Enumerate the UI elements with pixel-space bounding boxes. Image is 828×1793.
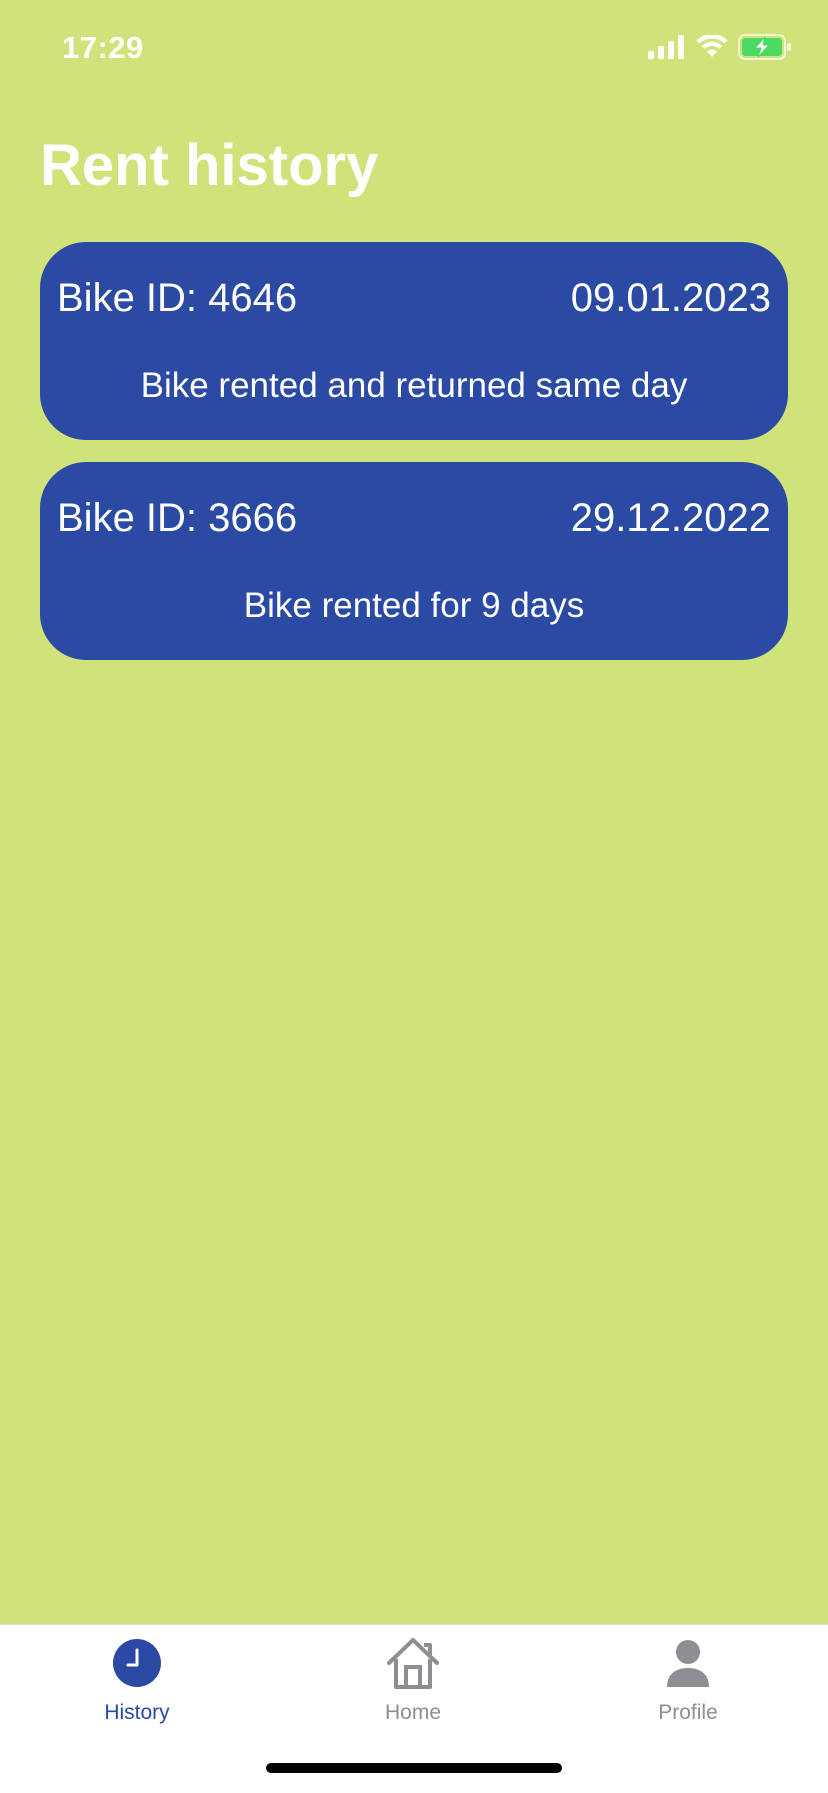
tab-home[interactable]: Home: [323, 1635, 503, 1731]
home-indicator[interactable]: [266, 1763, 562, 1773]
tab-profile[interactable]: Profile: [598, 1635, 778, 1731]
wifi-icon: [696, 35, 728, 57]
rent-history-list: Bike ID: 4646 09.01.2023 Bike rented and…: [40, 242, 788, 682]
status-time: 17:29: [62, 30, 144, 65]
rent-date: 29.12.2022: [570, 496, 771, 540]
rent-card[interactable]: Bike ID: 3666 29.12.2022 Bike rented for…: [40, 462, 788, 660]
battery-charging-icon: [738, 34, 791, 60]
clock-icon: [113, 1639, 161, 1687]
tab-home-label: Home: [384, 1701, 442, 1724]
page-title: Rent history: [40, 133, 379, 198]
bike-id: Bike ID: 4646: [57, 276, 298, 320]
rent-card[interactable]: Bike ID: 4646 09.01.2023 Bike rented and…: [40, 242, 788, 440]
tab-bar: History Home Profile: [0, 1624, 828, 1793]
status-icons: [648, 34, 792, 60]
bike-id: Bike ID: 3666: [57, 496, 298, 540]
rent-date: 09.01.2023: [570, 276, 771, 320]
cellular-signal-icon: [648, 35, 684, 59]
tab-history[interactable]: History: [47, 1635, 227, 1731]
status-bar: 17:29: [0, 0, 828, 100]
rent-description: Bike rented for 9 days: [243, 586, 585, 625]
person-icon: [667, 1640, 709, 1687]
rent-description: Bike rented and returned same day: [140, 366, 688, 405]
house-icon: [387, 1638, 439, 1689]
tab-history-label: History: [104, 1701, 170, 1724]
tab-profile-label: Profile: [658, 1701, 718, 1724]
